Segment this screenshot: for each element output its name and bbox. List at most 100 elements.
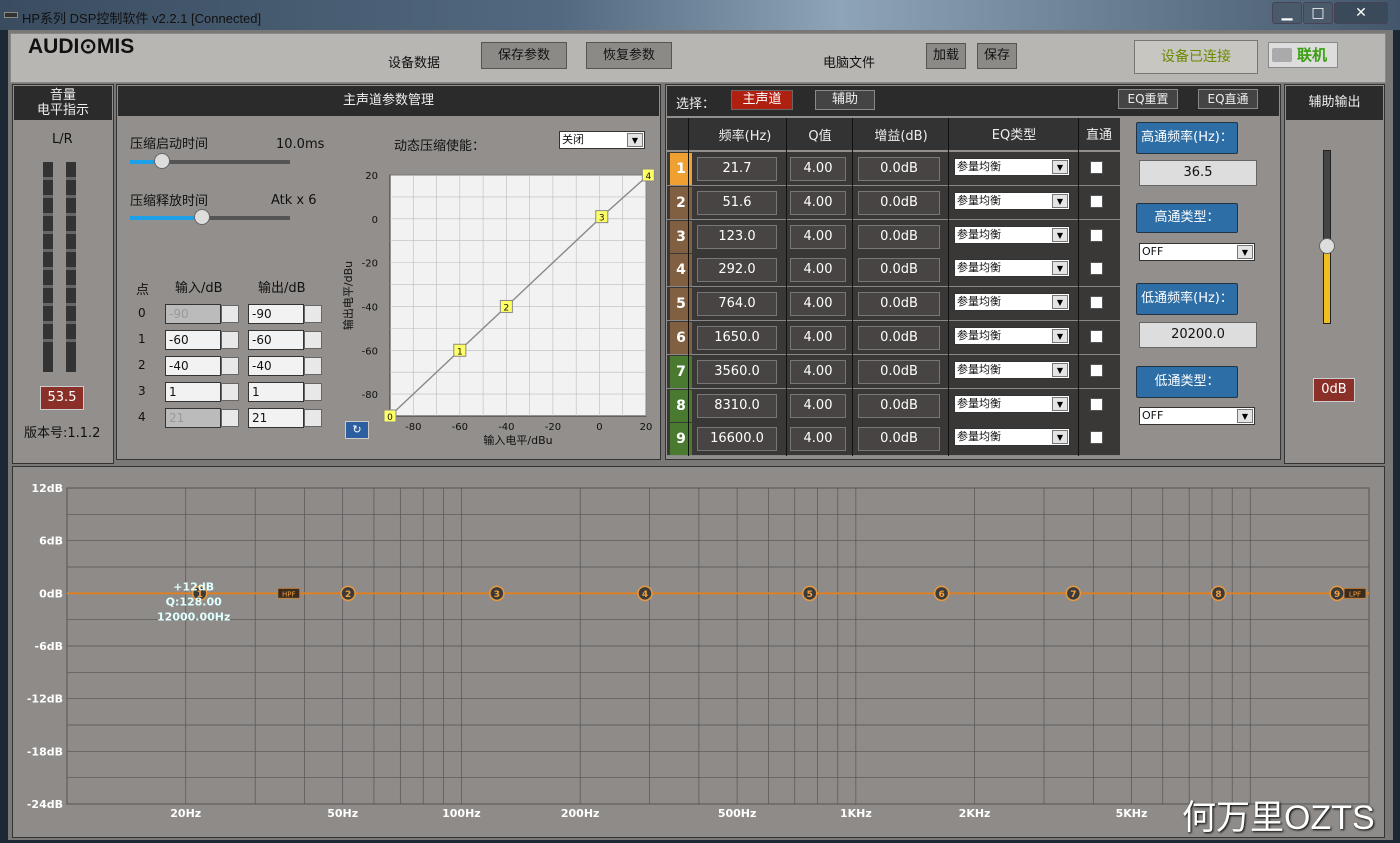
band-type-select[interactable]: 参量均衡 ▼ [954,191,1070,210]
aux-output-slider[interactable] [1319,150,1335,324]
band-q-input[interactable]: 4.00 [790,393,846,418]
band-q-input[interactable]: 4.00 [790,190,846,215]
eq-reset-button[interactable]: EQ重置 [1118,89,1178,109]
band-type-select[interactable]: 参量均衡 ▼ [954,225,1070,244]
freq-header: 频率(Hz) [718,129,772,144]
point-output-field[interactable]: 21 [248,408,304,428]
input-stepper[interactable] [221,331,239,349]
hp-type-select[interactable]: OFF ▼ [1139,243,1255,261]
band-type-select[interactable]: 参量均衡 ▼ [954,394,1070,413]
point-input-field[interactable]: -60 [165,330,221,350]
band-type-select[interactable]: 参量均衡 ▼ [954,158,1070,176]
band-q-input[interactable]: 4.00 [790,258,846,283]
hp-freq-input[interactable]: 36.5 [1139,160,1257,186]
band-gain-input[interactable]: 0.0dB [858,359,940,384]
attack-slider-handle[interactable] [154,153,170,169]
restore-params-button[interactable]: 恢复参数 [586,42,672,69]
band-freq-input[interactable]: 764.0 [697,292,777,317]
compression-enable-select[interactable]: 关闭 ▼ [559,131,645,149]
point-input-field[interactable]: -90 [165,304,221,324]
output-stepper[interactable] [304,305,322,323]
band-type-select[interactable]: 参量均衡 ▼ [954,293,1070,312]
band-bypass-checkbox[interactable] [1090,397,1103,411]
band-freq-input[interactable]: 51.6 [697,190,777,215]
band-bypass-checkbox[interactable] [1090,262,1103,276]
band-type-select[interactable]: 参量均衡 ▼ [954,327,1070,345]
band-freq-input[interactable]: 8310.0 [697,393,777,418]
output-stepper[interactable] [304,357,322,375]
band-type-select[interactable]: 参量均衡 ▼ [954,360,1070,379]
output-stepper[interactable] [304,383,322,401]
band-bypass-checkbox[interactable] [1090,431,1103,445]
refresh-icon[interactable]: ↻ [345,421,369,439]
band-type-select[interactable]: 参量均衡 ▼ [954,428,1070,447]
band-bypass-checkbox[interactable] [1090,228,1103,242]
chevron-down-icon: ▼ [1052,295,1068,310]
point-output-field[interactable]: -40 [248,356,304,376]
point-input-field[interactable]: 21 [165,408,221,428]
band-freq-input[interactable]: 123.0 [697,224,777,249]
band-q-input[interactable]: 4.00 [790,292,846,317]
input-stepper[interactable] [221,305,239,323]
close-button[interactable]: ✕ [1334,2,1388,24]
band-bypass-checkbox[interactable] [1090,363,1103,377]
band-gain-input[interactable]: 0.0dB [858,258,940,283]
band-bypass-checkbox[interactable] [1090,161,1103,174]
point-input-field[interactable]: -40 [165,356,221,376]
minimize-button[interactable]: ▁ [1272,2,1302,24]
input-stepper[interactable] [221,409,239,427]
band-gain-input[interactable]: 0.0dB [858,393,940,418]
band-gain-input[interactable]: 0.0dB [858,224,940,249]
attack-slider[interactable] [130,153,290,169]
band-gain-input[interactable]: 0.0dB [858,427,940,452]
y-tick-label: -20 [362,259,378,270]
release-slider-handle[interactable] [194,209,210,225]
tab-aux[interactable]: 辅助 [815,90,875,110]
output-stepper[interactable] [304,409,322,427]
band-bypass-checkbox[interactable] [1090,296,1103,310]
connect-button[interactable]: 联机 [1268,42,1338,68]
band-q-input[interactable]: 4.00 [790,224,846,249]
aux-output-handle[interactable] [1319,237,1335,254]
input-stepper[interactable] [221,383,239,401]
band-bypass-checkbox[interactable] [1090,194,1103,208]
tab-main-channel[interactable]: 主声道 [731,90,793,110]
band-q-input[interactable]: 4.00 [790,157,846,181]
output-stepper[interactable] [304,331,322,349]
band-marker-label: 4 [642,590,648,600]
band-q-input[interactable]: 4.00 [790,427,846,452]
band-gain-input[interactable]: 0.0dB [858,190,940,215]
band-type-value: 参量均衡 [957,329,1001,342]
band-q-input[interactable]: 4.00 [790,326,846,350]
band-q-input[interactable]: 4.00 [790,359,846,384]
load-button[interactable]: 加载 [926,43,966,69]
band-freq-input[interactable]: 292.0 [697,258,777,283]
band-freq-input[interactable]: 1650.0 [697,326,777,350]
maximize-button[interactable]: □ [1303,2,1333,24]
band-type-value: 参量均衡 [957,227,1001,241]
band-gain-input[interactable]: 0.0dB [858,326,940,350]
band-marker-label: 3 [494,590,500,600]
point-input-field[interactable]: 1 [165,382,221,402]
point-output-field[interactable]: -90 [248,304,304,324]
version-label: 版本号:1.1.2 [24,426,101,441]
band-freq-input[interactable]: 3560.0 [697,359,777,384]
band-freq-input[interactable]: 16600.0 [697,427,777,452]
eq-bypass-button[interactable]: EQ直通 [1198,89,1258,109]
band-gain-input[interactable]: 0.0dB [858,292,940,317]
eq-response-chart: 12dB 6dB 0dB -6dB -12dB -18dB -24dB 20Hz 50Hz 100… [27,482,1370,820]
point-output-field[interactable]: -60 [248,330,304,350]
band-freq-input[interactable]: 21.7 [697,157,777,181]
band-bypass-checkbox[interactable] [1090,330,1103,343]
lp-type-select[interactable]: OFF ▼ [1139,407,1255,425]
point-output-field[interactable]: 1 [248,382,304,402]
band-gain-input[interactable]: 0.0dB [858,157,940,181]
lp-freq-input[interactable]: 20200.0 [1139,322,1257,348]
save-file-button[interactable]: 保存 [977,43,1017,69]
attack-label: 压缩启动时间 [130,137,209,152]
band-type-value: 参量均衡 [957,193,1001,207]
save-params-button[interactable]: 保存参数 [481,42,567,69]
band-type-select[interactable]: 参量均衡 ▼ [954,259,1070,278]
input-stepper[interactable] [221,357,239,375]
release-slider[interactable] [130,209,290,225]
